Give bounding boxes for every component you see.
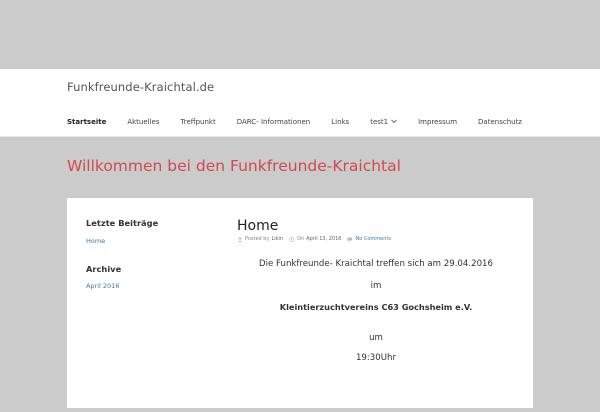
post-line-venue: Kleintierzuchtvereins C63 Gochsheim e.V.	[279, 302, 473, 312]
post-date: April 13, 2016	[306, 236, 342, 242]
site-title[interactable]: Funkfreunde-Kraichtal.de	[67, 80, 214, 94]
main-nav: Startseite Aktuelles Treffpunkt DARC- In…	[67, 115, 543, 129]
post-author[interactable]: Likin	[271, 236, 283, 242]
comment-icon	[347, 237, 353, 242]
nav-item-datenschutz[interactable]: Datenschutz	[478, 118, 522, 126]
post-image	[287, 388, 467, 412]
post-line-meeting: Die Funkfreunde- Kraichtal treffen sich …	[259, 259, 493, 269]
post-line-time: 19:30Uhr	[355, 353, 397, 363]
comments-link[interactable]: No Comments	[355, 236, 391, 242]
recent-post-link[interactable]: Home	[86, 237, 105, 245]
nav-item-links[interactable]: Links	[331, 118, 349, 126]
top-band	[0, 0, 600, 69]
nav-item-startseite[interactable]: Startseite	[67, 118, 106, 126]
welcome-heading: Willkommen bei den Funkfreunde-Kraichtal	[67, 157, 401, 175]
nav-item-darc-informationen[interactable]: DARC- Informationen	[237, 118, 310, 126]
clock-icon	[289, 236, 295, 242]
nav-item-impressum[interactable]: Impressum	[418, 118, 457, 126]
archive-title: Archive	[86, 264, 122, 274]
nav-item-treffpunkt[interactable]: Treffpunkt	[181, 118, 216, 126]
post-title[interactable]: Home	[237, 218, 278, 234]
site-header: Funkfreunde-Kraichtal.de Startseite Aktu…	[0, 69, 600, 137]
nav-item-aktuelles[interactable]: Aktuelles	[127, 118, 159, 126]
post-line-um: um	[369, 333, 383, 343]
post-meta: Posted by Likin On April 13, 2016 No Com…	[237, 236, 391, 242]
nav-item-test1[interactable]: test1	[370, 118, 397, 126]
recent-posts-title: Letzte Beiträge	[86, 218, 159, 228]
author-icon	[237, 236, 243, 242]
chevron-down-icon	[391, 118, 397, 125]
on-label: On	[297, 236, 305, 242]
content-area: Letzte Beiträge Home Archive April 2016 …	[67, 198, 533, 412]
posted-by-label: Posted by	[245, 236, 270, 242]
nav-item-test1-label: test1	[370, 118, 389, 126]
archive-link[interactable]: April 2016	[86, 282, 119, 290]
post-line-im: im	[370, 281, 382, 291]
